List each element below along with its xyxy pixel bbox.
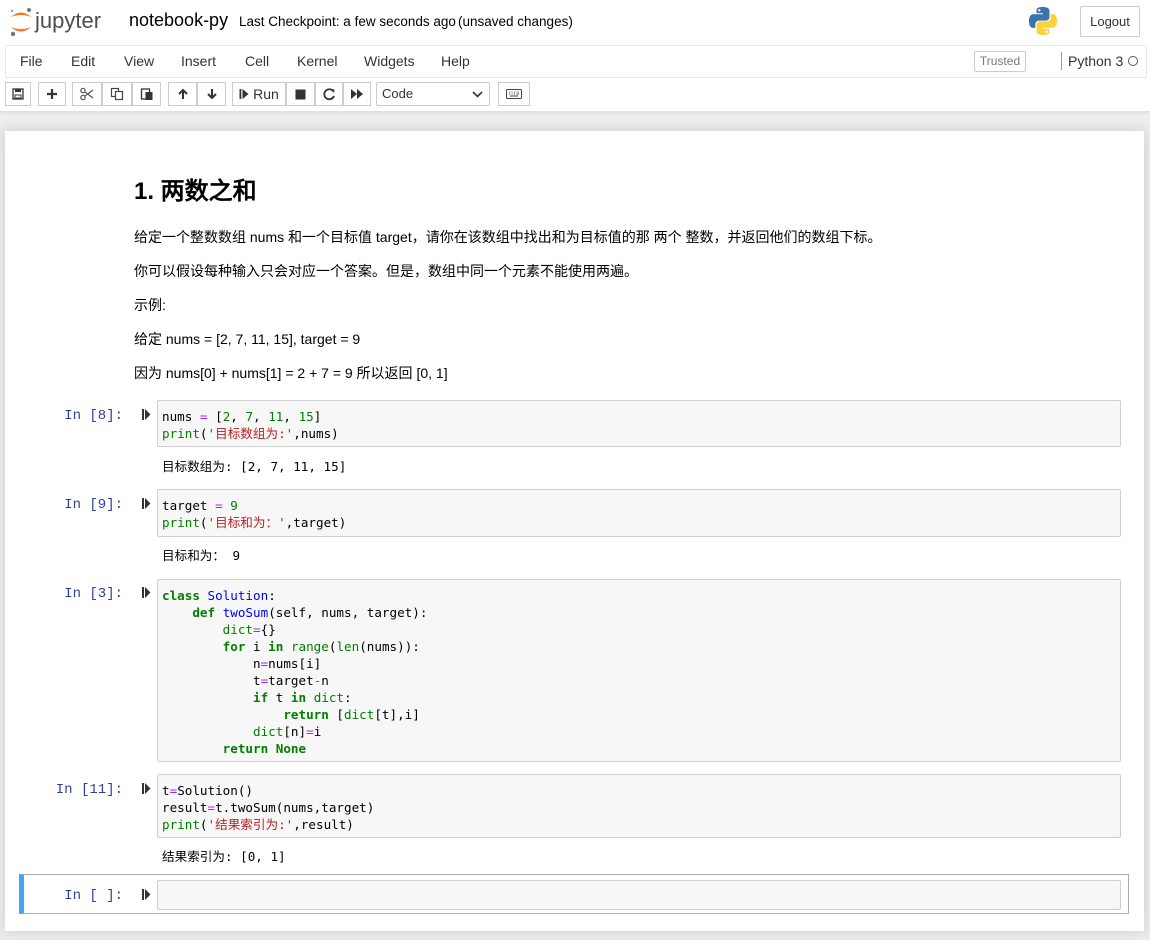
code-editor[interactable]: class Solution: def twoSum(self, nums, t…	[162, 587, 427, 757]
run-label: Run	[253, 86, 279, 102]
stop-icon	[295, 89, 306, 99]
python-logo-icon	[1027, 5, 1059, 37]
markdown-paragraph: 给定 nums = [2, 7, 11, 15], target = 9	[134, 331, 361, 347]
logout-button[interactable]: Logout	[1080, 6, 1140, 37]
code-input-area[interactable]	[157, 880, 1121, 910]
jupyter-logo[interactable]: jupyter	[8, 6, 118, 38]
step-forward-icon	[239, 89, 249, 99]
cell-type-select[interactable]: Code	[376, 82, 490, 106]
kernel-idle-icon	[1128, 56, 1138, 66]
trusted-indicator[interactable]: Trusted	[974, 51, 1026, 72]
code-editor[interactable]: nums = [2, 7, 11, 15] print('目标数组为:',num…	[162, 408, 339, 442]
checkpoint-status: Last Checkpoint: a few seconds ago	[239, 14, 456, 29]
run-cell-icon[interactable]	[142, 782, 151, 795]
markdown-paragraph: 你可以假设每种输入只会对应一个答案。但是，数组中同一个元素不能使用两遍。	[134, 263, 638, 279]
arrow-up-icon	[177, 88, 188, 99]
markdown-paragraph: 给定一个整数数组 nums 和一个目标值 target，请你在该数组中找出和为目…	[134, 229, 882, 245]
code-editor[interactable]: target = 9 print('目标和为：',target)	[162, 497, 346, 531]
paste-icon	[140, 88, 152, 100]
menu-kernel[interactable]: Kernel	[297, 53, 337, 69]
move-down-button[interactable]	[197, 82, 226, 106]
cell-output: 目标和为： 9	[162, 548, 241, 563]
menu-widgets[interactable]: Widgets	[364, 53, 415, 69]
input-prompt: In [3]:	[64, 586, 123, 602]
menu-file[interactable]: File	[20, 53, 43, 69]
input-prompt: In [8]:	[64, 408, 123, 424]
jupyter-logo-icon: jupyter	[10, 8, 101, 37]
chevron-down-icon	[472, 91, 483, 98]
cell-output: 目标数组为: [2, 7, 11, 15]	[162, 459, 347, 474]
insert-cell-button[interactable]	[38, 82, 66, 106]
markdown-heading: 1. 两数之和	[134, 178, 257, 205]
autosave-status: (unsaved changes)	[458, 14, 573, 29]
code-input-area[interactable]: nums = [2, 7, 11, 15] print('目标数组为:',num…	[157, 400, 1121, 447]
notebook-container: 1. 两数之和 给定一个整数数组 nums 和一个目标值 target，请你在该…	[5, 131, 1144, 931]
menu-insert[interactable]: Insert	[181, 53, 216, 69]
kernel-separator	[1061, 52, 1062, 70]
restart-icon	[322, 87, 335, 100]
menu-edit[interactable]: Edit	[71, 53, 95, 69]
code-input-area[interactable]: target = 9 print('目标和为：',target)	[157, 489, 1121, 537]
kernel-name: Python 3	[1068, 53, 1124, 69]
toolbar: Run Code	[0, 80, 1150, 110]
input-prompt: In [9]:	[64, 497, 123, 513]
restart-button[interactable]	[315, 82, 343, 106]
input-prompt: In [ ]:	[64, 888, 123, 904]
plus-icon	[47, 89, 57, 99]
command-palette-button[interactable]	[498, 82, 530, 106]
run-button[interactable]: Run	[232, 82, 286, 106]
markdown-paragraph: 示例:	[134, 297, 166, 313]
interrupt-button[interactable]	[286, 82, 315, 106]
cell-type-value: Code	[382, 86, 414, 101]
notebook-name[interactable]: notebook-py	[129, 10, 228, 31]
menu-view[interactable]: View	[124, 53, 154, 69]
cut-button[interactable]	[72, 82, 102, 106]
save-button[interactable]	[5, 82, 31, 106]
logo-text: jupyter	[34, 8, 101, 33]
arrow-down-icon	[206, 89, 217, 100]
run-cell-icon[interactable]	[142, 497, 151, 510]
fast-forward-icon	[351, 89, 363, 99]
code-input-area[interactable]: class Solution: def twoSum(self, nums, t…	[157, 579, 1121, 762]
markdown-paragraph: 因为 nums[0] + nums[1] = 2 + 7 = 9 所以返回 [0…	[134, 365, 448, 381]
code-editor[interactable]: t=Solution() result=t.twoSum(nums,target…	[162, 782, 374, 833]
copy-button[interactable]	[102, 82, 132, 106]
cut-icon	[80, 87, 94, 101]
restart-run-all-button[interactable]	[343, 82, 371, 106]
paste-button[interactable]	[132, 82, 161, 106]
top-bar: jupyter notebook-py Last Checkpoint: a f…	[0, 0, 1150, 44]
menu-bar: File Edit View Insert Cell Kernel Widget…	[5, 45, 1147, 78]
menu-help[interactable]: Help	[441, 53, 470, 69]
move-up-button[interactable]	[168, 82, 197, 106]
keyboard-icon	[506, 89, 522, 99]
run-cell-icon[interactable]	[142, 888, 151, 901]
notebook-header: jupyter notebook-py Last Checkpoint: a f…	[0, 0, 1150, 112]
code-input-area[interactable]: t=Solution() result=t.twoSum(nums,target…	[157, 774, 1121, 838]
run-cell-icon[interactable]	[142, 408, 151, 421]
cell-output: 结果索引为: [0, 1]	[162, 849, 286, 864]
save-icon	[12, 88, 24, 100]
menu-cell[interactable]: Cell	[245, 53, 269, 69]
run-cell-icon[interactable]	[142, 586, 151, 599]
copy-icon	[110, 87, 124, 101]
input-prompt: In [11]:	[55, 782, 123, 798]
